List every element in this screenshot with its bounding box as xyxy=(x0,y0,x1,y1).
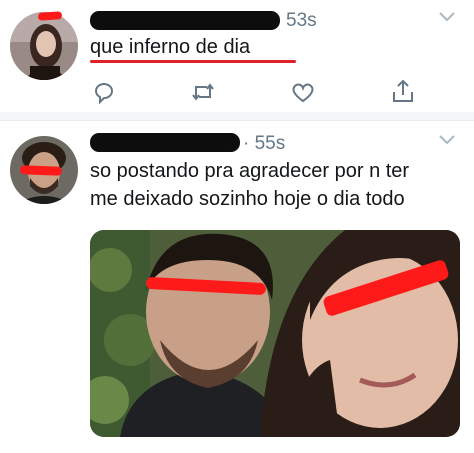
tweet-timestamp[interactable]: · 55s xyxy=(243,133,285,155)
display-name-redacted xyxy=(90,133,240,152)
avatar-redaction-mark xyxy=(19,165,63,176)
tweet-text: que inferno de dia xyxy=(90,36,251,58)
tweet-media-photo[interactable] xyxy=(90,230,460,437)
tweet-text-line-1: so postando pra agradecer por n ter xyxy=(90,160,410,182)
tweet-separator xyxy=(0,112,474,120)
reply-icon[interactable] xyxy=(92,80,116,109)
tweet-text-line-2: me deixado sozinho hoje o dia todo xyxy=(90,188,405,210)
text-underline-mark xyxy=(90,60,296,63)
retweet-icon[interactable] xyxy=(190,80,216,109)
avatar-photo xyxy=(10,12,78,80)
tweet-1-avatar[interactable] xyxy=(10,12,78,80)
tweet-separator-line xyxy=(0,120,474,121)
like-icon[interactable] xyxy=(290,80,316,109)
tweet-menu-chevron-icon[interactable] xyxy=(437,10,457,29)
display-name-redacted xyxy=(90,11,280,30)
tweet-menu-chevron-icon[interactable] xyxy=(437,133,457,152)
tweet-timestamp[interactable]: 53s xyxy=(286,10,317,32)
avatar-redaction-mark xyxy=(37,11,63,21)
couple-photo xyxy=(90,230,460,437)
share-icon[interactable] xyxy=(391,78,415,109)
